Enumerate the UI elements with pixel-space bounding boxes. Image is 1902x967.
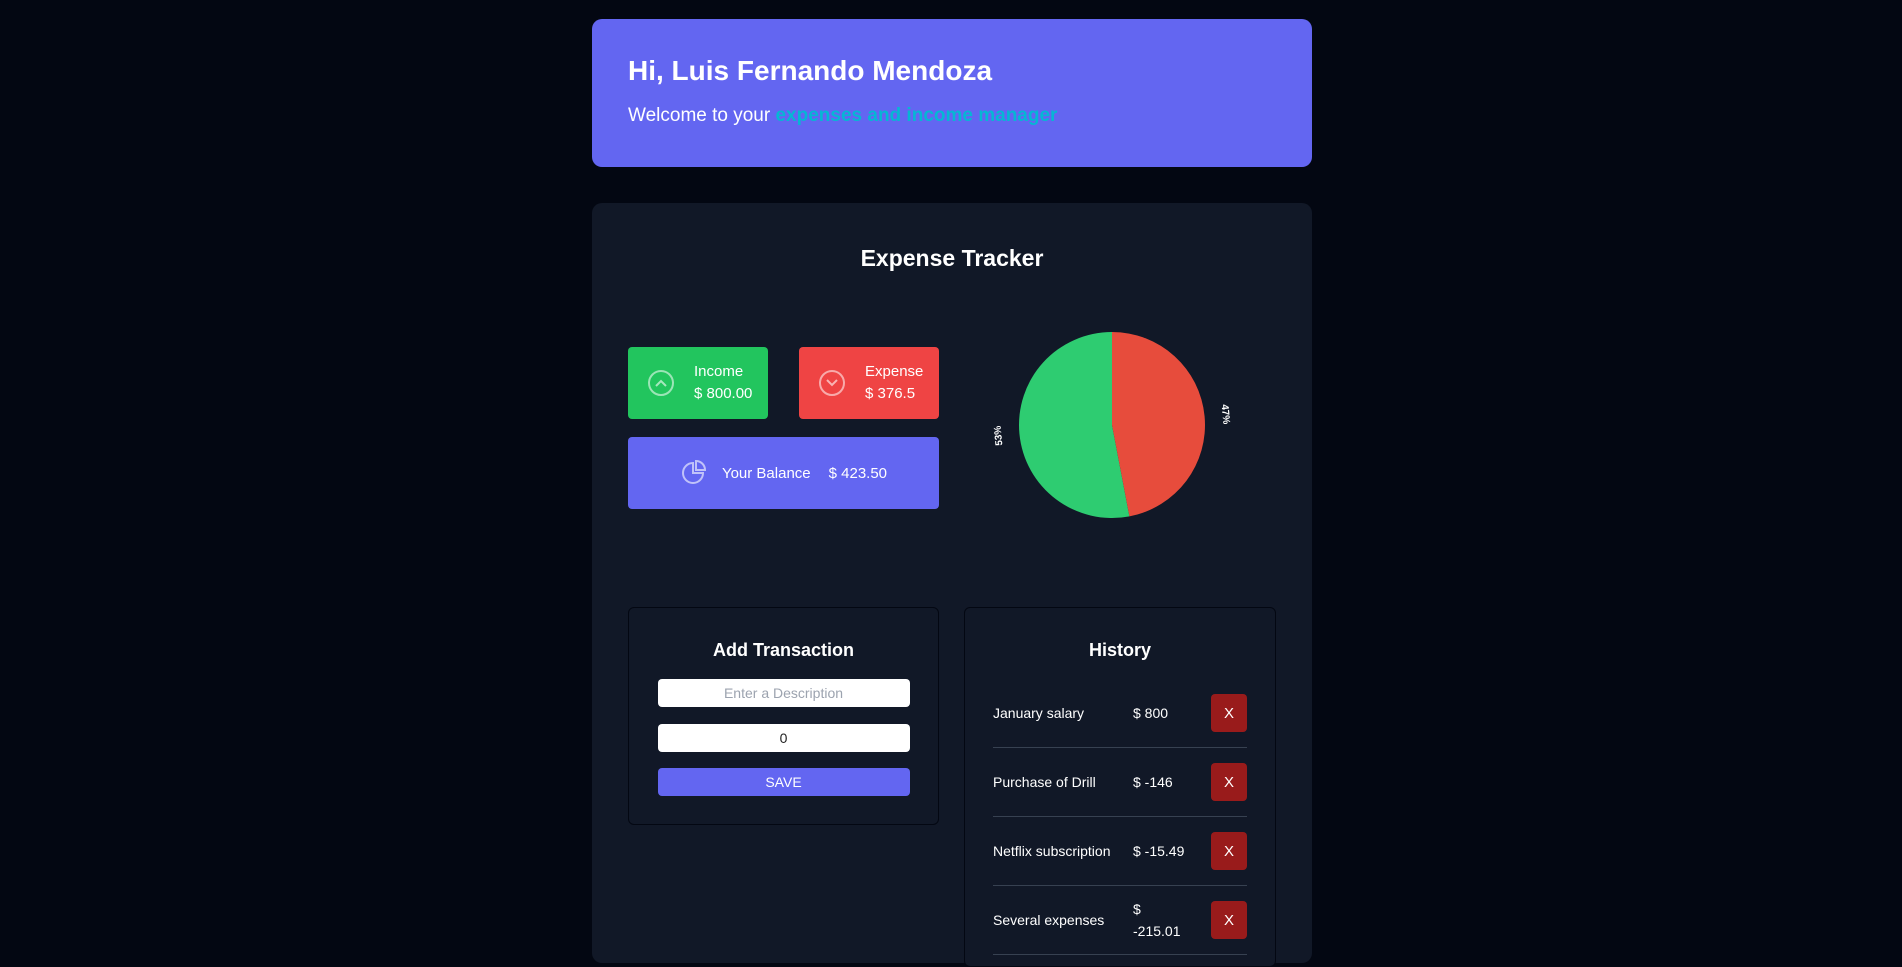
history-description: Purchase of Drill (993, 774, 1096, 790)
history-amount: $ -146 (1133, 774, 1173, 790)
delete-button[interactable]: X (1211, 901, 1247, 939)
history-amount: $ 800 (1133, 705, 1169, 721)
add-transaction-card: Add Transaction SAVE (628, 607, 939, 825)
history-description: January salary (993, 705, 1085, 721)
pie-chart-svg: 53% 47% (993, 332, 1232, 518)
pie-slice (1112, 332, 1205, 517)
save-button[interactable]: SAVE (657, 768, 910, 796)
tracker-title: Expense Tracker (860, 245, 1044, 271)
income-card: Income $ 800.00 (628, 347, 768, 419)
welcome-prefix: Welcome to your (628, 105, 776, 126)
history-title: History (1088, 640, 1151, 660)
description-input[interactable] (657, 679, 910, 707)
history-row: Purchase of Drill $ -146 X (993, 748, 1247, 817)
income-value: $ 800.00 (694, 385, 753, 402)
welcome-text: Welcome to your expenses and income mana… (628, 105, 1276, 127)
pie-label: 53% (993, 425, 1006, 446)
add-transaction-title: Add Transaction (712, 640, 855, 660)
history-list: January salary $ 800 X Purchase of Drill… (965, 679, 1275, 955)
tracker-panel: Expense Tracker Income $ 800.00 Expense … (592, 203, 1312, 967)
history-row: Several expenses $ -215.01 X (993, 886, 1247, 955)
history-row: January salary $ 800 X (993, 679, 1247, 748)
delete-button[interactable]: X (1211, 832, 1247, 870)
pie-label: 47% (1219, 404, 1232, 425)
history-amount: $ -15.49 (1133, 843, 1185, 859)
balance-card: Your Balance $ 423.50 (628, 437, 939, 509)
welcome-banner: Hi, Luis Fernando Mendoza Welcome to you… (592, 19, 1312, 167)
chevron-up-circle-icon (648, 370, 674, 396)
history-description: Several expenses (993, 912, 1105, 928)
delete-button[interactable]: X (1211, 694, 1247, 732)
history-amount: $ -215.01 (1133, 901, 1181, 939)
balance-label: Your Balance (721, 464, 811, 482)
history-description: Netflix subscription (993, 843, 1111, 859)
pie-chart-icon (680, 460, 706, 486)
history-row: Netflix subscription $ -15.49 X (993, 817, 1247, 886)
app-container: Hi, Luis Fernando Mendoza Welcome to you… (592, 19, 1312, 967)
balance-value: $ 423.50 (828, 464, 888, 482)
welcome-accent: expenses and income manager (775, 105, 1058, 126)
amount-input[interactable] (657, 724, 910, 752)
delete-button[interactable]: X (1211, 763, 1247, 801)
chevron-down-circle-icon (819, 370, 845, 396)
expense-value: $ 376.5 (865, 385, 916, 402)
greeting-title: Hi, Luis Fernando Mendoza (628, 55, 993, 86)
expense-label: Expense (865, 363, 924, 380)
income-label: Income (694, 363, 744, 380)
history-card: History January salary $ 800 X Purchase … (964, 607, 1276, 967)
expense-card: Expense $ 376.5 (799, 347, 939, 419)
pie-chart: 53% 47% (992, 315, 1262, 535)
